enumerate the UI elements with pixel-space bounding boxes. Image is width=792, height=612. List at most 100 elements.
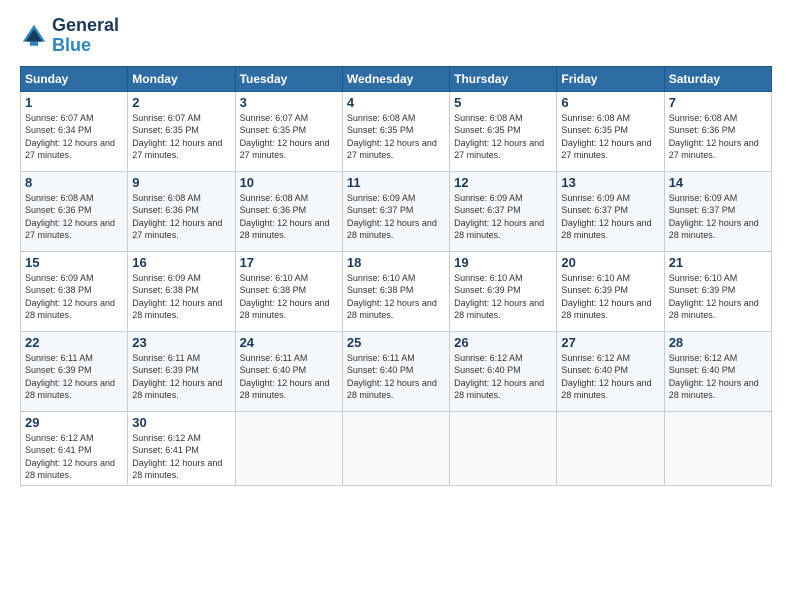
calendar-cell: 26 Sunrise: 6:12 AMSunset: 6:40 PMDayligh… xyxy=(450,331,557,411)
weekday-header: Saturday xyxy=(664,66,771,91)
calendar-week-row: 1Sunrise: 6:07 AMSunset: 6:34 PMDaylight… xyxy=(21,91,772,171)
day-info: Sunrise: 6:09 AMSunset: 6:37 PMDaylight:… xyxy=(561,192,659,242)
calendar-cell xyxy=(557,411,664,485)
day-number: 19 xyxy=(454,255,552,270)
calendar-cell xyxy=(235,411,342,485)
day-info: Sunrise: 6:08 AMSunset: 6:35 PMDaylight:… xyxy=(561,112,659,162)
calendar-week-row: 22 Sunrise: 6:11 AMSunset: 6:39 PMDayligh… xyxy=(21,331,772,411)
weekday-header: Sunday xyxy=(21,66,128,91)
calendar-cell: 19 Sunrise: 6:10 AMSunset: 6:39 PMDayligh… xyxy=(450,251,557,331)
header: General Blue xyxy=(20,16,772,56)
day-number: 28 xyxy=(669,335,767,350)
calendar-cell: 16 Sunrise: 6:09 AMSunset: 6:38 PMDayligh… xyxy=(128,251,235,331)
day-number: 9 xyxy=(132,175,230,190)
day-info: Sunrise: 6:09 AMSunset: 6:37 PMDaylight:… xyxy=(669,192,767,242)
day-number: 21 xyxy=(669,255,767,270)
day-info: Sunrise: 6:11 AMSunset: 6:39 PMDaylight:… xyxy=(132,352,230,402)
day-info: Sunrise: 6:12 AMSunset: 6:40 PMDaylight:… xyxy=(454,352,552,402)
day-info: Sunrise: 6:10 AMSunset: 6:38 PMDaylight:… xyxy=(347,272,445,322)
calendar-cell: 21Sunrise: 6:10 AMSunset: 6:39 PMDayligh… xyxy=(664,251,771,331)
day-number: 17 xyxy=(240,255,338,270)
day-number: 10 xyxy=(240,175,338,190)
weekday-header: Friday xyxy=(557,66,664,91)
calendar-cell: 24 Sunrise: 6:11 AMSunset: 6:40 PMDayligh… xyxy=(235,331,342,411)
day-number: 5 xyxy=(454,95,552,110)
calendar-week-row: 29 Sunrise: 6:12 AMSunset: 6:41 PMDayligh… xyxy=(21,411,772,485)
day-info: Sunrise: 6:10 AMSunset: 6:39 PMDaylight:… xyxy=(454,272,552,322)
calendar-cell: 29 Sunrise: 6:12 AMSunset: 6:41 PMDayligh… xyxy=(21,411,128,485)
day-info: Sunrise: 6:08 AMSunset: 6:35 PMDaylight:… xyxy=(454,112,552,162)
calendar-cell: 7Sunrise: 6:08 AMSunset: 6:36 PMDaylight… xyxy=(664,91,771,171)
calendar-cell: 6 Sunrise: 6:08 AMSunset: 6:35 PMDaylight… xyxy=(557,91,664,171)
day-info: Sunrise: 6:07 AMSunset: 6:35 PMDaylight:… xyxy=(240,112,338,162)
day-number: 2 xyxy=(132,95,230,110)
day-info: Sunrise: 6:10 AMSunset: 6:38 PMDaylight:… xyxy=(240,272,338,322)
page: General Blue SundayMondayTuesdayWednesda… xyxy=(0,0,792,612)
day-info: Sunrise: 6:10 AMSunset: 6:39 PMDaylight:… xyxy=(561,272,659,322)
calendar-cell: 4 Sunrise: 6:08 AMSunset: 6:35 PMDaylight… xyxy=(342,91,449,171)
day-info: Sunrise: 6:12 AMSunset: 6:40 PMDaylight:… xyxy=(561,352,659,402)
calendar-cell: 25Sunrise: 6:11 AMSunset: 6:40 PMDayligh… xyxy=(342,331,449,411)
calendar-cell: 20 Sunrise: 6:10 AMSunset: 6:39 PMDayligh… xyxy=(557,251,664,331)
calendar-cell xyxy=(450,411,557,485)
day-info: Sunrise: 6:09 AMSunset: 6:38 PMDaylight:… xyxy=(132,272,230,322)
day-number: 23 xyxy=(132,335,230,350)
day-info: Sunrise: 6:08 AMSunset: 6:36 PMDaylight:… xyxy=(240,192,338,242)
calendar-cell: 10 Sunrise: 6:08 AMSunset: 6:36 PMDayligh… xyxy=(235,171,342,251)
day-number: 26 xyxy=(454,335,552,350)
logo: General Blue xyxy=(20,16,119,56)
calendar-cell: 14Sunrise: 6:09 AMSunset: 6:37 PMDayligh… xyxy=(664,171,771,251)
calendar-cell: 2 Sunrise: 6:07 AMSunset: 6:35 PMDaylight… xyxy=(128,91,235,171)
calendar-week-row: 8 Sunrise: 6:08 AMSunset: 6:36 PMDaylight… xyxy=(21,171,772,251)
calendar-cell: 5 Sunrise: 6:08 AMSunset: 6:35 PMDaylight… xyxy=(450,91,557,171)
day-number: 12 xyxy=(454,175,552,190)
calendar-cell xyxy=(664,411,771,485)
calendar-cell: 17 Sunrise: 6:10 AMSunset: 6:38 PMDayligh… xyxy=(235,251,342,331)
day-info: Sunrise: 6:11 AMSunset: 6:39 PMDaylight:… xyxy=(25,352,123,402)
weekday-header: Thursday xyxy=(450,66,557,91)
day-number: 24 xyxy=(240,335,338,350)
day-info: Sunrise: 6:07 AMSunset: 6:35 PMDaylight:… xyxy=(132,112,230,162)
calendar-cell: 18 Sunrise: 6:10 AMSunset: 6:38 PMDayligh… xyxy=(342,251,449,331)
day-info: Sunrise: 6:11 AMSunset: 6:40 PMDaylight:… xyxy=(240,352,338,402)
calendar-cell: 11 Sunrise: 6:09 AMSunset: 6:37 PMDayligh… xyxy=(342,171,449,251)
day-number: 29 xyxy=(25,415,123,430)
weekday-header: Monday xyxy=(128,66,235,91)
logo-icon xyxy=(20,22,48,50)
day-number: 20 xyxy=(561,255,659,270)
calendar-cell: 1Sunrise: 6:07 AMSunset: 6:34 PMDaylight… xyxy=(21,91,128,171)
day-number: 22 xyxy=(25,335,123,350)
day-number: 3 xyxy=(240,95,338,110)
day-number: 1 xyxy=(25,95,123,110)
weekday-header: Wednesday xyxy=(342,66,449,91)
day-number: 4 xyxy=(347,95,445,110)
day-number: 18 xyxy=(347,255,445,270)
day-number: 25 xyxy=(347,335,445,350)
day-info: Sunrise: 6:09 AMSunset: 6:37 PMDaylight:… xyxy=(347,192,445,242)
calendar-cell: 15 Sunrise: 6:09 AMSunset: 6:38 PMDayligh… xyxy=(21,251,128,331)
day-number: 16 xyxy=(132,255,230,270)
day-info: Sunrise: 6:12 AMSunset: 6:41 PMDaylight:… xyxy=(132,432,230,482)
day-number: 27 xyxy=(561,335,659,350)
day-number: 11 xyxy=(347,175,445,190)
weekday-header: Tuesday xyxy=(235,66,342,91)
calendar-cell: 30Sunrise: 6:12 AMSunset: 6:41 PMDayligh… xyxy=(128,411,235,485)
header-row: SundayMondayTuesdayWednesdayThursdayFrid… xyxy=(21,66,772,91)
day-number: 6 xyxy=(561,95,659,110)
day-info: Sunrise: 6:12 AMSunset: 6:41 PMDaylight:… xyxy=(25,432,123,482)
calendar-cell: 22 Sunrise: 6:11 AMSunset: 6:39 PMDayligh… xyxy=(21,331,128,411)
calendar-table: SundayMondayTuesdayWednesdayThursdayFrid… xyxy=(20,66,772,486)
day-number: 13 xyxy=(561,175,659,190)
day-number: 15 xyxy=(25,255,123,270)
day-info: Sunrise: 6:09 AMSunset: 6:37 PMDaylight:… xyxy=(454,192,552,242)
calendar-cell: 13 Sunrise: 6:09 AMSunset: 6:37 PMDayligh… xyxy=(557,171,664,251)
day-info: Sunrise: 6:08 AMSunset: 6:36 PMDaylight:… xyxy=(669,112,767,162)
calendar-cell: 8 Sunrise: 6:08 AMSunset: 6:36 PMDaylight… xyxy=(21,171,128,251)
day-number: 8 xyxy=(25,175,123,190)
day-info: Sunrise: 6:08 AMSunset: 6:36 PMDaylight:… xyxy=(25,192,123,242)
calendar-week-row: 15 Sunrise: 6:09 AMSunset: 6:38 PMDayligh… xyxy=(21,251,772,331)
calendar-cell: 23 Sunrise: 6:11 AMSunset: 6:39 PMDayligh… xyxy=(128,331,235,411)
day-info: Sunrise: 6:09 AMSunset: 6:38 PMDaylight:… xyxy=(25,272,123,322)
day-info: Sunrise: 6:12 AMSunset: 6:40 PMDaylight:… xyxy=(669,352,767,402)
day-info: Sunrise: 6:08 AMSunset: 6:35 PMDaylight:… xyxy=(347,112,445,162)
